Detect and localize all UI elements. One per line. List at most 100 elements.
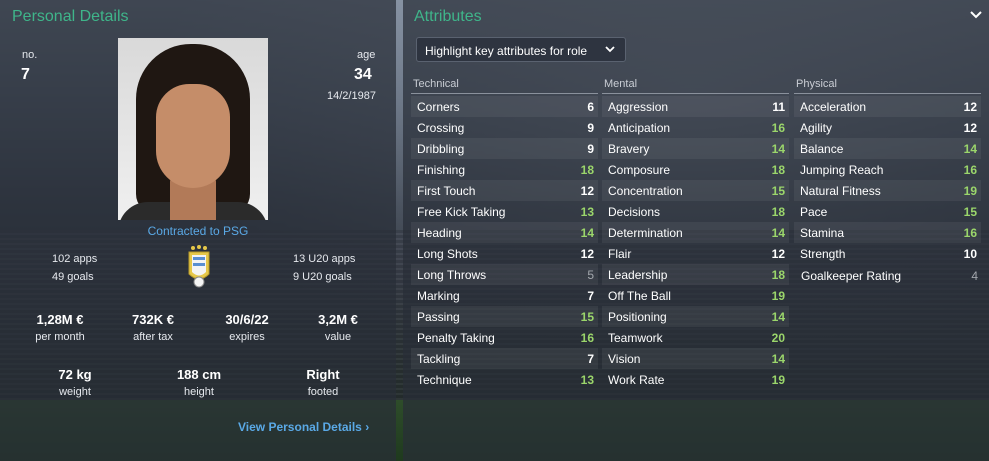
view-personal-details-link[interactable]: View Personal Details › bbox=[238, 420, 369, 434]
age-value: 34 bbox=[354, 66, 372, 83]
club-goals: 49 goals bbox=[52, 271, 94, 283]
attribute-name: Strength bbox=[800, 247, 846, 261]
attribute-row[interactable]: Leadership 18 bbox=[602, 264, 789, 285]
attribute-row[interactable]: Free Kick Taking 13 bbox=[411, 201, 598, 222]
attribute-row[interactable]: First Touch 12 bbox=[411, 180, 598, 201]
footed-stat: Right footed bbox=[278, 367, 368, 398]
personal-details-title: Personal Details bbox=[12, 8, 129, 25]
attribute-name: Stamina bbox=[800, 226, 845, 240]
attribute-row[interactable]: Composure 18 bbox=[602, 159, 789, 180]
attribute-row[interactable]: Decisions 18 bbox=[602, 201, 789, 222]
attribute-name: Bravery bbox=[608, 142, 650, 156]
attribute-name: Long Shots bbox=[417, 247, 478, 261]
attribute-row[interactable]: Agility 12 bbox=[794, 117, 981, 138]
attribute-row[interactable]: Penalty Taking 16 bbox=[411, 327, 598, 348]
attribute-name: Vision bbox=[608, 352, 641, 366]
expires-value: 30/6/22 bbox=[225, 312, 269, 327]
column-divider bbox=[794, 93, 981, 94]
height-label: height bbox=[184, 386, 214, 398]
attribute-row[interactable]: Passing 15 bbox=[411, 306, 598, 327]
attribute-value: 18 bbox=[771, 163, 785, 177]
chevron-down-icon[interactable] bbox=[970, 10, 982, 20]
attribute-value: 13 bbox=[580, 205, 594, 219]
u20-apps: 13 U20 apps bbox=[293, 253, 356, 265]
attribute-name: Work Rate bbox=[608, 373, 665, 387]
column-divider bbox=[602, 93, 789, 94]
attribute-row[interactable]: Crossing 9 bbox=[411, 117, 598, 138]
attribute-name: Anticipation bbox=[608, 121, 671, 135]
attribute-value: 14 bbox=[963, 142, 977, 156]
attribute-value: 15 bbox=[963, 205, 977, 219]
attribute-row[interactable]: Flair 12 bbox=[602, 243, 789, 264]
attribute-value: 14 bbox=[771, 352, 785, 366]
attribute-row[interactable]: Tackling 7 bbox=[411, 348, 598, 369]
attribute-row[interactable]: Work Rate 19 bbox=[602, 369, 789, 390]
highlight-role-dropdown-label: Highlight key attributes for role bbox=[425, 44, 588, 58]
attribute-row[interactable]: Long Throws 5 bbox=[411, 264, 598, 285]
attribute-row[interactable]: Heading 14 bbox=[411, 222, 598, 243]
attribute-value: 15 bbox=[771, 184, 785, 198]
attribute-row[interactable]: Determination 14 bbox=[602, 222, 789, 243]
attribute-row[interactable]: Positioning 14 bbox=[602, 306, 789, 327]
attribute-name: Dribbling bbox=[417, 142, 465, 156]
attribute-row[interactable]: Strength 10 bbox=[794, 243, 981, 264]
attribute-row[interactable]: Stamina 16 bbox=[794, 222, 981, 243]
attribute-name: Pace bbox=[800, 205, 828, 219]
attribute-row[interactable]: Bravery 14 bbox=[602, 138, 789, 159]
value-stat: 3,2M € value bbox=[293, 312, 383, 343]
attribute-row[interactable]: Teamwork 20 bbox=[602, 327, 789, 348]
attribute-name: Tackling bbox=[417, 352, 461, 366]
attribute-name: Heading bbox=[417, 226, 462, 240]
height-value: 188 cm bbox=[176, 367, 222, 382]
attribute-value: 12 bbox=[580, 247, 594, 261]
physical-header: Physical bbox=[796, 78, 837, 90]
attribute-row[interactable]: Concentration 15 bbox=[602, 180, 789, 201]
attribute-name: Marking bbox=[417, 289, 460, 303]
attribute-value: 9 bbox=[587, 142, 594, 156]
attribute-row[interactable]: Long Shots 12 bbox=[411, 243, 598, 264]
weight-stat: 72 kg weight bbox=[30, 367, 120, 398]
attribute-name: Leadership bbox=[608, 268, 668, 282]
attribute-value: 19 bbox=[771, 289, 785, 303]
attribute-name: Composure bbox=[608, 163, 671, 177]
wage-label: per month bbox=[35, 331, 85, 343]
attribute-name: Penalty Taking bbox=[417, 331, 495, 345]
chevron-down-icon bbox=[605, 46, 615, 53]
number-label: no. bbox=[22, 49, 38, 61]
attribute-name: Balance bbox=[800, 142, 844, 156]
contract-status[interactable]: Contracted to PSG bbox=[0, 224, 396, 238]
attribute-value: 14 bbox=[580, 226, 594, 240]
attribute-row[interactable]: Natural Fitness 19 bbox=[794, 180, 981, 201]
attribute-row[interactable]: Vision 14 bbox=[602, 348, 789, 369]
highlight-role-dropdown[interactable]: Highlight key attributes for role bbox=[416, 37, 626, 62]
u20-goals: 9 U20 goals bbox=[293, 271, 352, 283]
goalkeeper-rating-label: Goalkeeper Rating bbox=[801, 269, 902, 283]
attribute-row[interactable]: Aggression 11 bbox=[602, 96, 789, 117]
wage-value: 1,28M € bbox=[36, 312, 84, 327]
attributes-panel: Attributes Highlight key attributes for … bbox=[403, 0, 989, 461]
column-divider bbox=[411, 93, 598, 94]
attribute-value: 14 bbox=[771, 226, 785, 240]
attribute-name: Decisions bbox=[608, 205, 661, 219]
view-personal-details-label: View Personal Details bbox=[238, 420, 362, 434]
attribute-name: Concentration bbox=[608, 184, 683, 198]
attribute-row[interactable]: Acceleration 12 bbox=[794, 96, 981, 117]
uruguay-federation-crest-icon bbox=[188, 245, 210, 288]
attribute-row[interactable]: Finishing 18 bbox=[411, 159, 598, 180]
attribute-name: Technique bbox=[417, 373, 472, 387]
attribute-row[interactable]: Jumping Reach 16 bbox=[794, 159, 981, 180]
value-label: value bbox=[324, 331, 352, 343]
attribute-row[interactable]: Marking 7 bbox=[411, 285, 598, 306]
after-tax-value: 732K € bbox=[132, 312, 174, 327]
attribute-row[interactable]: Pace 15 bbox=[794, 201, 981, 222]
attribute-name: First Touch bbox=[417, 184, 476, 198]
attribute-row[interactable]: Off The Ball 19 bbox=[602, 285, 789, 306]
attribute-row[interactable]: Dribbling 9 bbox=[411, 138, 598, 159]
attribute-name: Flair bbox=[608, 247, 632, 261]
attribute-value: 19 bbox=[963, 184, 977, 198]
attribute-row[interactable]: Technique 13 bbox=[411, 369, 598, 390]
attribute-row[interactable]: Anticipation 16 bbox=[602, 117, 789, 138]
club-apps: 102 apps bbox=[52, 253, 98, 265]
attribute-row[interactable]: Corners 6 bbox=[411, 96, 598, 117]
attribute-row[interactable]: Balance 14 bbox=[794, 138, 981, 159]
